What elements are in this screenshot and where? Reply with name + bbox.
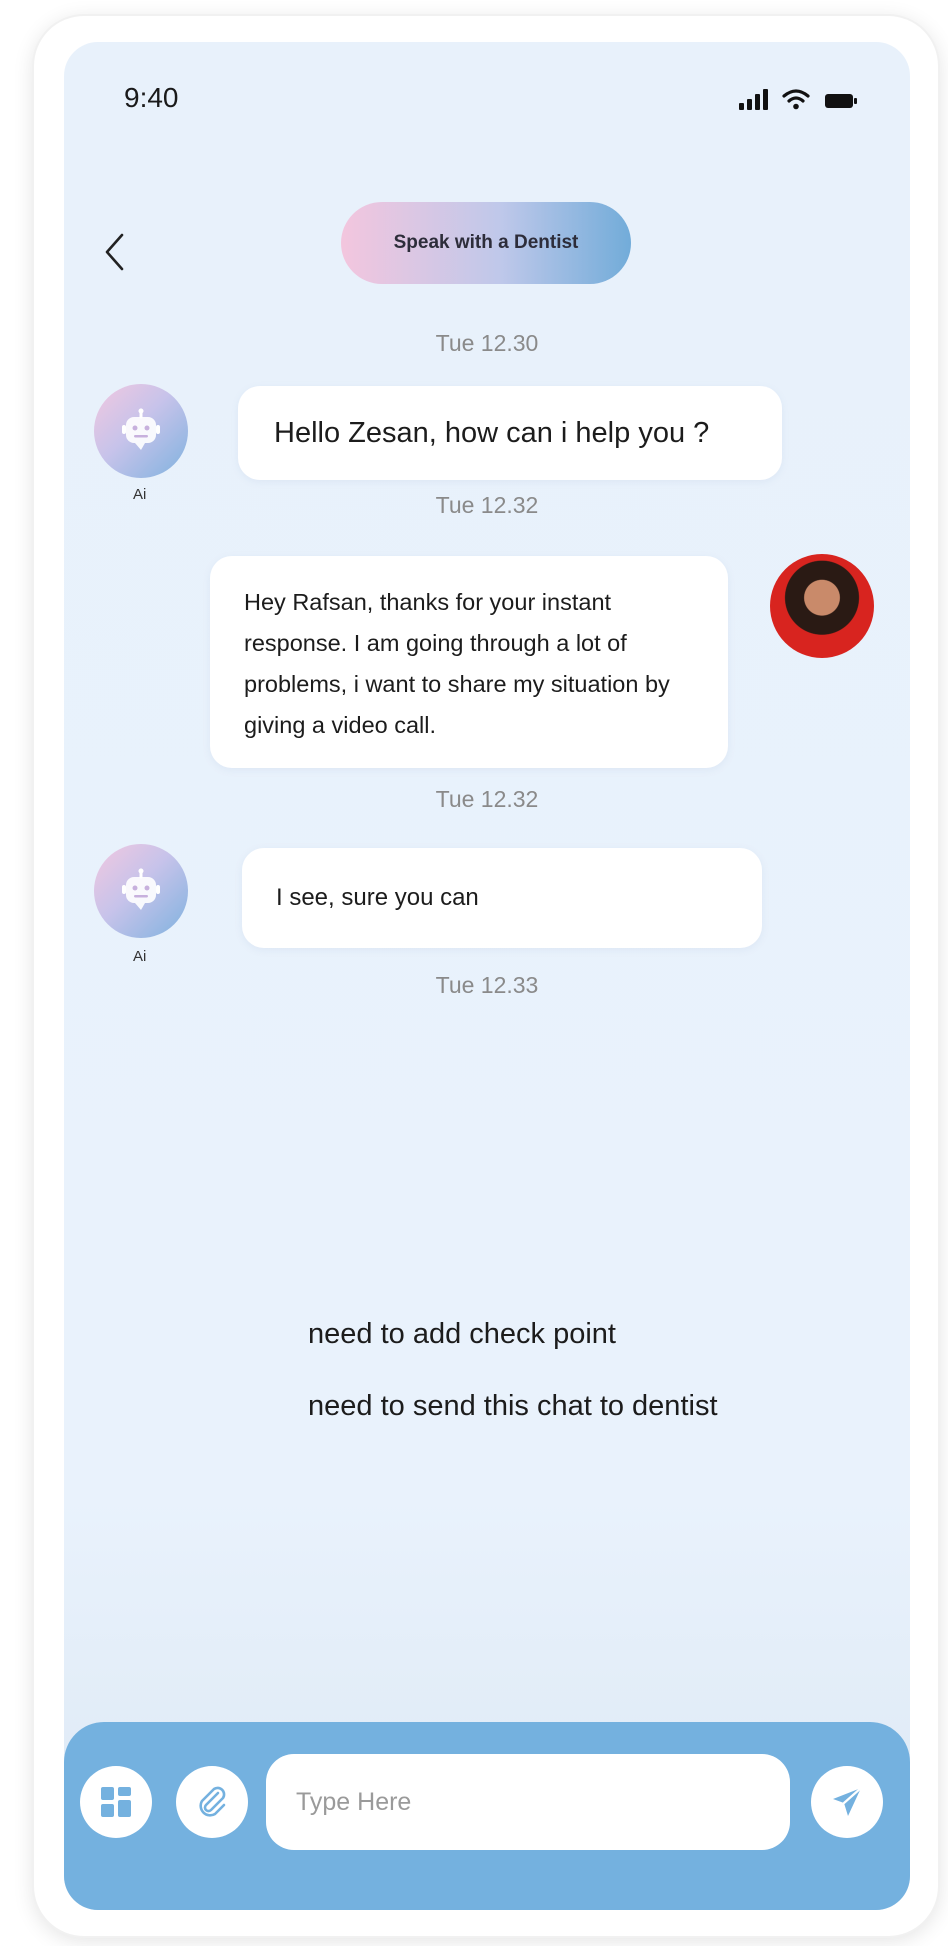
- ai-avatar: [94, 384, 188, 478]
- chat-screen: 9:40 Speak with a Dentist Tue 12.30 Ai H…: [64, 42, 910, 1910]
- robot-icon: [122, 408, 160, 450]
- message-timestamp: Tue 12.33: [435, 972, 539, 998]
- back-chevron-icon: [105, 233, 124, 271]
- user-avatar: [770, 554, 874, 658]
- grid-icon: [101, 1787, 131, 1817]
- header-title-pill[interactable]: Speak with a Dentist: [341, 202, 631, 284]
- ai-message-bubble: I see, sure you can: [242, 848, 762, 948]
- signal-icon: [739, 88, 768, 110]
- battery-icon: [825, 94, 857, 108]
- user-message-bubble: Hey Rafsan, thanks for your instant resp…: [210, 556, 728, 768]
- message-text: I see, sure you can: [276, 884, 479, 911]
- ai-avatar-label: Ai: [133, 948, 147, 965]
- apps-button[interactable]: [80, 1766, 152, 1838]
- message-timestamp: Tue 12.32: [435, 786, 539, 812]
- send-button[interactable]: [811, 1766, 883, 1838]
- message-timestamp: Tue 12.30: [435, 330, 539, 356]
- wifi-icon: [782, 89, 810, 110]
- composer-bar: [64, 1722, 910, 1910]
- status-icons: [739, 88, 858, 110]
- ai-message-bubble: Hello Zesan, how can i help you ?: [238, 386, 782, 480]
- status-time: 9:40: [124, 82, 179, 113]
- message-timestamp: Tue 12.32: [435, 492, 539, 518]
- attach-button[interactable]: [176, 1766, 248, 1838]
- paperclip-icon: [199, 1786, 226, 1817]
- annotation-note: need to send this chat to dentist: [308, 1390, 718, 1422]
- annotation-note: need to add check point: [308, 1318, 616, 1350]
- send-icon: [833, 1786, 863, 1816]
- ai-avatar: [94, 844, 188, 938]
- message-text: Hey Rafsan, thanks for your instant resp…: [244, 589, 670, 738]
- message-text: Hello Zesan, how can i help you ?: [274, 416, 710, 449]
- back-button[interactable]: [94, 222, 134, 282]
- message-input[interactable]: [266, 1754, 790, 1850]
- robot-icon: [122, 868, 160, 910]
